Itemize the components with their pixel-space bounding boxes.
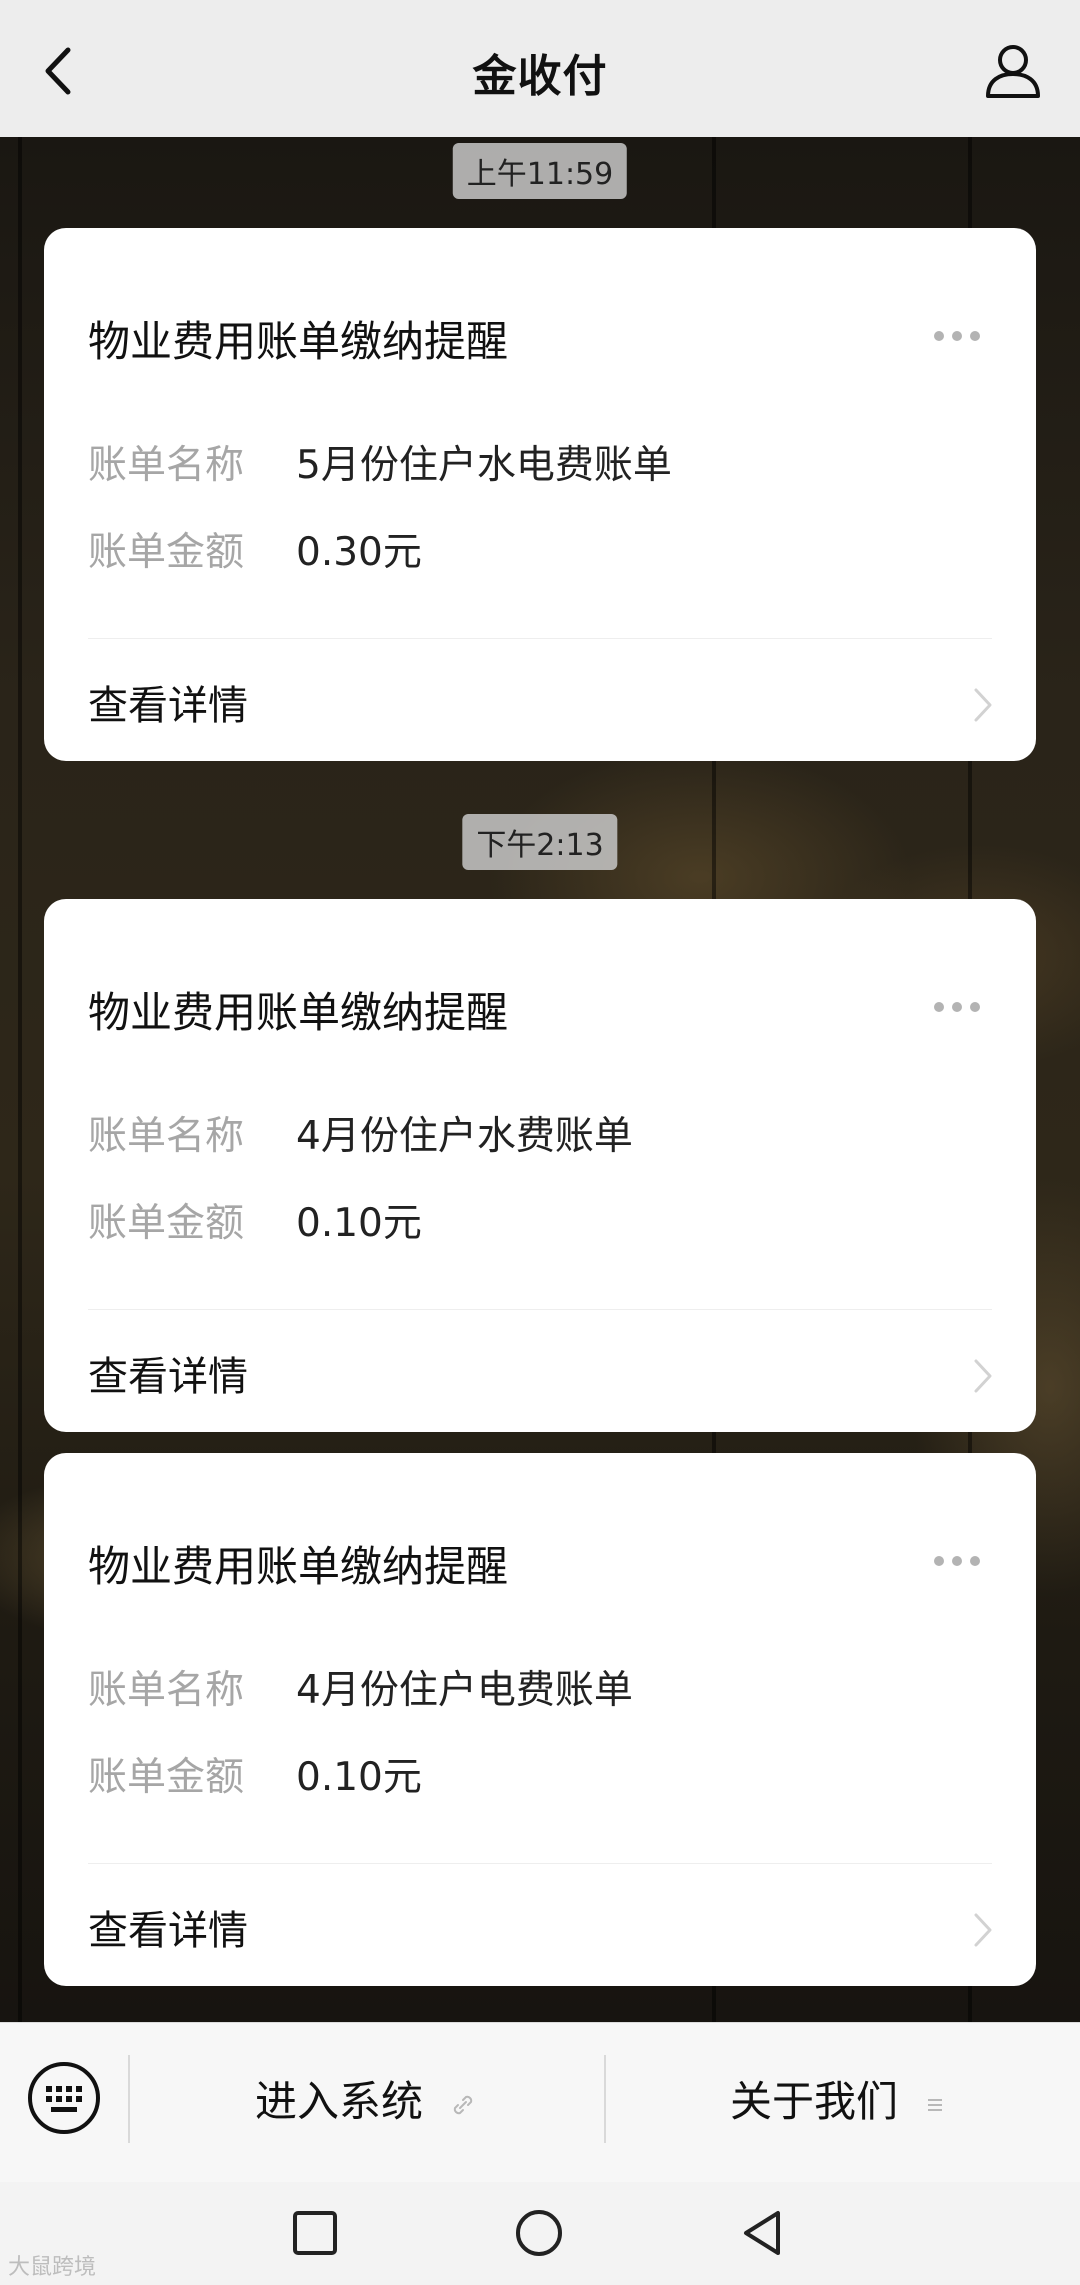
menu-about-us-label: 关于我们 [730, 2077, 899, 2126]
bill-amount-value: 0.30元 [296, 530, 422, 575]
menu-divider [128, 2055, 130, 2143]
more-dots-icon [934, 1551, 988, 1570]
card-divider [88, 638, 992, 639]
card-divider [88, 1863, 992, 1864]
bill-name-value: 4月份住户水费账单 [296, 1114, 633, 1159]
more-dots-icon [934, 326, 988, 345]
bill-amount-label: 账单金额 [88, 1755, 245, 1800]
more-options-button[interactable] [934, 1551, 992, 1567]
message-timestamp: 上午11:59 [452, 143, 628, 199]
menu-enter-system[interactable]: 进入系统 [255, 2068, 476, 2129]
view-details-link[interactable]: 查看详情 [88, 673, 248, 731]
list-icon [928, 2098, 943, 2111]
bill-amount-label: 账单金额 [88, 1201, 245, 1246]
card-title: 物业费用账单缴纳提醒 [88, 317, 509, 366]
menu-enter-system-label: 进入系统 [255, 2077, 424, 2126]
bill-name-label: 账单名称 [88, 1114, 245, 1159]
bill-name-label: 账单名称 [88, 443, 245, 488]
chevron-right-icon [974, 1359, 992, 1393]
bill-amount-value: 0.10元 [296, 1755, 422, 1800]
more-options-button[interactable] [934, 997, 992, 1013]
card-divider [88, 1309, 992, 1310]
keyboard-toggle-button[interactable] [26, 2060, 102, 2136]
background-stripe [18, 137, 22, 2022]
more-dots-icon [934, 997, 988, 1016]
system-back-button[interactable] [738, 2208, 788, 2258]
card-title: 物业费用账单缴纳提醒 [88, 988, 509, 1037]
card-title: 物业费用账单缴纳提醒 [88, 1542, 509, 1591]
bill-name-value: 5月份住户水电费账单 [296, 443, 672, 488]
page-title: 金收付 [472, 51, 608, 102]
view-details-link[interactable]: 查看详情 [88, 1344, 248, 1402]
home-icon [516, 2210, 562, 2256]
menu-about-us[interactable]: 关于我们 [730, 2068, 945, 2129]
keyboard-icon [28, 2062, 100, 2134]
chat-area[interactable]: 上午11:59 物业费用账单缴纳提醒 账单名称 5月份住户水电费账单 账单金额 … [0, 137, 1080, 2022]
menu-divider [604, 2055, 606, 2143]
bill-amount-value: 0.10元 [296, 1201, 422, 1246]
bottom-menu: 进入系统 关于我们 [0, 2022, 1080, 2183]
bill-name-label: 账单名称 [88, 1668, 245, 1713]
bill-reminder-card[interactable]: 物业费用账单缴纳提醒 账单名称 4月份住户水费账单 账单金额 0.10元 查看详… [44, 899, 1036, 1432]
view-details-link[interactable]: 查看详情 [88, 1898, 248, 1956]
system-navigation-bar: 大鼠跨境 [0, 2182, 1080, 2285]
bill-amount-label: 账单金额 [88, 530, 245, 575]
chevron-right-icon [974, 688, 992, 722]
back-icon [744, 2211, 780, 2255]
top-bar: 金收付 [0, 0, 1080, 137]
bill-reminder-card[interactable]: 物业费用账单缴纳提醒 账单名称 4月份住户电费账单 账单金额 0.10元 查看详… [44, 1453, 1036, 1986]
profile-button[interactable] [980, 38, 1046, 104]
chevron-right-icon [974, 1913, 992, 1947]
recent-apps-icon [293, 2211, 337, 2255]
home-button[interactable] [514, 2208, 564, 2258]
watermark: 大鼠跨境 [8, 2255, 97, 2280]
bill-name-value: 4月份住户电费账单 [296, 1668, 633, 1713]
bill-reminder-card[interactable]: 物业费用账单缴纳提醒 账单名称 5月份住户水电费账单 账单金额 0.30元 查看… [44, 228, 1036, 761]
person-icon [986, 45, 1040, 98]
recent-apps-button[interactable] [290, 2208, 340, 2258]
link-icon [454, 2095, 473, 2114]
message-timestamp: 下午2:13 [462, 814, 618, 870]
more-options-button[interactable] [934, 326, 992, 342]
